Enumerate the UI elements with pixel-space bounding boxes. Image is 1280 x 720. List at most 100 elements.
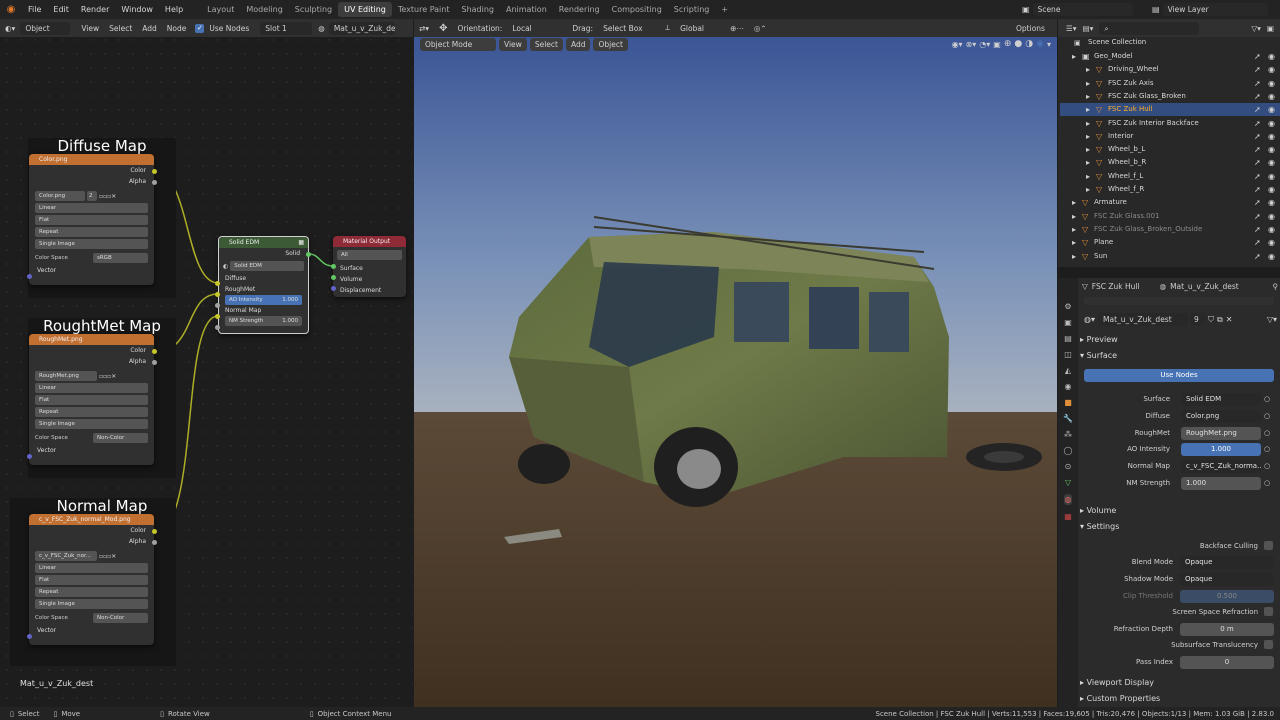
surface-input-value[interactable]: c_v_FSC_Zuk_norma... bbox=[1181, 460, 1261, 474]
material-tab-icon[interactable]: ◍ bbox=[1063, 494, 1073, 505]
ssr-checkbox[interactable] bbox=[1264, 607, 1273, 616]
expand-arrow-icon[interactable]: ▸ bbox=[1086, 185, 1090, 194]
visibility-eye-icon[interactable]: ◉ bbox=[1268, 65, 1275, 74]
material-browse-icon[interactable]: ◍▾ bbox=[1084, 315, 1095, 324]
outliner-item[interactable]: ▸ ▽ Wheel_f_L ➚ ◉ bbox=[1060, 170, 1280, 183]
visibility-eye-icon[interactable]: ◉ bbox=[1268, 238, 1275, 247]
outliner-item[interactable]: ▸ ▽ Wheel_b_L ➚ ◉ bbox=[1060, 143, 1280, 156]
outliner-item[interactable]: ▸ ▽ Plane ➚ ◉ bbox=[1060, 236, 1280, 249]
outliner-item[interactable]: ▸ ▽ FSC Zuk Interior Backface ➚ ◉ bbox=[1060, 117, 1280, 130]
fake-user-icon[interactable]: ⛉ bbox=[1208, 315, 1214, 325]
backface-culling-checkbox[interactable] bbox=[1264, 541, 1273, 550]
visibility-eye-icon[interactable]: ◉ bbox=[1268, 212, 1275, 221]
add-workspace-button[interactable]: + bbox=[715, 2, 734, 17]
proportional-edit-icon[interactable]: ◎⌃ bbox=[749, 24, 772, 33]
filter-icon[interactable]: ▽▾ bbox=[1251, 24, 1261, 33]
color-space-dropdown[interactable]: sRGB bbox=[93, 253, 148, 263]
visibility-eye-icon[interactable]: ◉ bbox=[1268, 198, 1275, 207]
refraction-depth-field[interactable]: 0 m bbox=[1180, 623, 1274, 636]
expand-arrow-icon[interactable]: ▸ bbox=[1086, 65, 1090, 74]
socket-dot[interactable] bbox=[27, 454, 32, 459]
tab-rendering[interactable]: Rendering bbox=[553, 2, 606, 17]
unlink-icon[interactable]: ✕ bbox=[1226, 315, 1233, 324]
global-dropdown[interactable]: Global bbox=[675, 22, 725, 35]
tab-animation[interactable]: Animation bbox=[500, 2, 553, 17]
link-socket-icon[interactable]: ○ bbox=[1264, 462, 1270, 470]
material-users-count[interactable]: 9 bbox=[1191, 313, 1205, 326]
extension-dropdown[interactable]: Repeat bbox=[35, 227, 148, 237]
link-socket-icon[interactable]: ○ bbox=[1264, 395, 1270, 403]
selectable-cursor-icon[interactable]: ➚ bbox=[1254, 145, 1261, 154]
outliner-item[interactable]: ▸ ▽ Interior ➚ ◉ bbox=[1060, 130, 1280, 143]
visibility-eye-icon[interactable]: ◉ bbox=[1268, 185, 1275, 194]
visibility-eye-icon[interactable]: ◉ bbox=[1268, 225, 1275, 234]
expand-arrow-icon[interactable]: ▸ bbox=[1086, 79, 1090, 88]
outliner-item[interactable]: ▸ ▽ FSC Zuk Glass.001 ➚ ◉ bbox=[1060, 210, 1280, 223]
expand-arrow-icon[interactable]: ▸ bbox=[1072, 212, 1076, 221]
selectable-cursor-icon[interactable]: ➚ bbox=[1254, 79, 1261, 88]
view-layer-field[interactable]: View Layer bbox=[1162, 3, 1268, 16]
selectable-cursor-icon[interactable]: ➚ bbox=[1254, 225, 1261, 234]
source-dropdown[interactable]: Single Image bbox=[35, 419, 148, 429]
outliner-item[interactable]: ▸ ▽ Armature ➚ ◉ bbox=[1060, 196, 1280, 209]
expand-arrow-icon[interactable]: ▸ bbox=[1086, 145, 1090, 154]
socket-dot[interactable] bbox=[215, 314, 220, 319]
clip-threshold-slider[interactable]: 0.500 bbox=[1180, 590, 1274, 603]
color-space-dropdown[interactable]: Non-Color bbox=[93, 613, 148, 623]
selectable-cursor-icon[interactable]: ➚ bbox=[1254, 198, 1261, 207]
pass-index-field[interactable]: 0 bbox=[1180, 656, 1274, 669]
expand-arrow-icon[interactable]: ▸ bbox=[1086, 119, 1090, 128]
ao-intensity-slider[interactable]: AO Intensity 1.000 bbox=[225, 295, 302, 305]
transform-pivot-icon[interactable]: ⇄▾ bbox=[414, 24, 434, 33]
image-texture-node-normal[interactable]: c_v_FSC_Zuk_normal_Mod.png Color Alpha c… bbox=[29, 514, 154, 645]
visibility-eye-icon[interactable]: ◉ bbox=[1268, 158, 1275, 167]
visibility-eye-icon[interactable]: ◉ bbox=[1268, 105, 1275, 114]
outliner-item[interactable]: ▸ ▽ FSC Zuk Glass_Broken_Outside ➚ ◉ bbox=[1060, 223, 1280, 236]
expand-arrow-icon[interactable]: ▸ bbox=[1086, 105, 1090, 114]
selectable-cursor-icon[interactable]: ➚ bbox=[1254, 212, 1261, 221]
viewport-menu-add[interactable]: Add bbox=[565, 37, 591, 51]
material-name-field[interactable]: Mat_u_v_Zuk_dest bbox=[1098, 313, 1188, 326]
expand-arrow-icon[interactable]: ▸ bbox=[1072, 198, 1076, 207]
expand-arrow-icon[interactable]: ▸ bbox=[1086, 158, 1090, 167]
outliner-item[interactable]: ▸ ▽ FSC Zuk Hull ➚ ◉ bbox=[1060, 103, 1280, 117]
shading-options-icon[interactable]: ▾ bbox=[1047, 40, 1051, 49]
projection-dropdown[interactable]: Flat bbox=[35, 395, 148, 405]
expand-arrow-icon[interactable]: ▸ bbox=[1072, 225, 1076, 234]
texture-tab-icon[interactable]: ▦ bbox=[1064, 512, 1072, 521]
socket-dot[interactable] bbox=[152, 360, 157, 365]
group-node-solid-edm[interactable]: Solid EDM ▦ Solid ◐ Solid EDM Diffuse Rou… bbox=[218, 236, 309, 334]
projection-dropdown[interactable]: Flat bbox=[35, 575, 148, 585]
move-gizmo-icon[interactable]: ✥ bbox=[434, 23, 452, 34]
snap-icon[interactable]: ⊕⋯ bbox=[725, 24, 749, 33]
shading-wireframe-icon[interactable]: ⊕ bbox=[1004, 39, 1012, 49]
interpolation-dropdown[interactable]: Linear bbox=[35, 203, 148, 213]
image-tools-icons[interactable]: ▫▫▫✕ bbox=[99, 193, 116, 200]
socket-dot[interactable] bbox=[215, 292, 220, 297]
socket-dot[interactable] bbox=[152, 180, 157, 185]
selectable-cursor-icon[interactable]: ➚ bbox=[1254, 65, 1261, 74]
image-datablock[interactable]: RoughMet.png bbox=[35, 371, 97, 381]
surface-input-value[interactable]: 1.000 bbox=[1181, 443, 1261, 457]
selectable-cursor-icon[interactable]: ➚ bbox=[1254, 172, 1261, 181]
image-texture-node-roughmet[interactable]: RoughMet.png Color Alpha RoughMet.png ▫▫… bbox=[29, 334, 154, 465]
outliner-search-input[interactable]: ⌕ bbox=[1099, 21, 1200, 35]
selectable-cursor-icon[interactable]: ➚ bbox=[1254, 185, 1261, 194]
outliner-root[interactable]: ▣ Scene Collection bbox=[1060, 36, 1280, 49]
expand-arrow-icon[interactable]: ▸ bbox=[1072, 238, 1076, 247]
material-slots-list[interactable] bbox=[1084, 297, 1274, 305]
viewport-3d[interactable] bbox=[414, 37, 1057, 707]
drag-dropdown[interactable]: Select Box bbox=[598, 22, 660, 35]
new-collection-icon[interactable]: ▣ bbox=[1267, 24, 1274, 33]
browse-slot-icon[interactable]: ▽▾ bbox=[1267, 315, 1277, 324]
outliner-item[interactable]: ▸ ▽ FSC Zuk Axis ➚ ◉ bbox=[1060, 77, 1280, 90]
surface-input-value[interactable]: Solid EDM bbox=[1181, 393, 1261, 406]
scene-selector[interactable]: ▣ Scene bbox=[1022, 3, 1133, 16]
projection-dropdown[interactable]: Flat bbox=[35, 215, 148, 225]
interpolation-dropdown[interactable]: Linear bbox=[35, 383, 148, 393]
outliner-item[interactable]: ▸ ▽ Wheel_f_R ➚ ◉ bbox=[1060, 183, 1280, 196]
color-space-dropdown[interactable]: Non-Color bbox=[93, 433, 148, 443]
socket-dot[interactable] bbox=[215, 303, 220, 308]
visibility-eye-icon[interactable]: ◉ bbox=[1268, 132, 1275, 141]
view-layer-tab-icon[interactable]: ◫ bbox=[1064, 350, 1072, 359]
